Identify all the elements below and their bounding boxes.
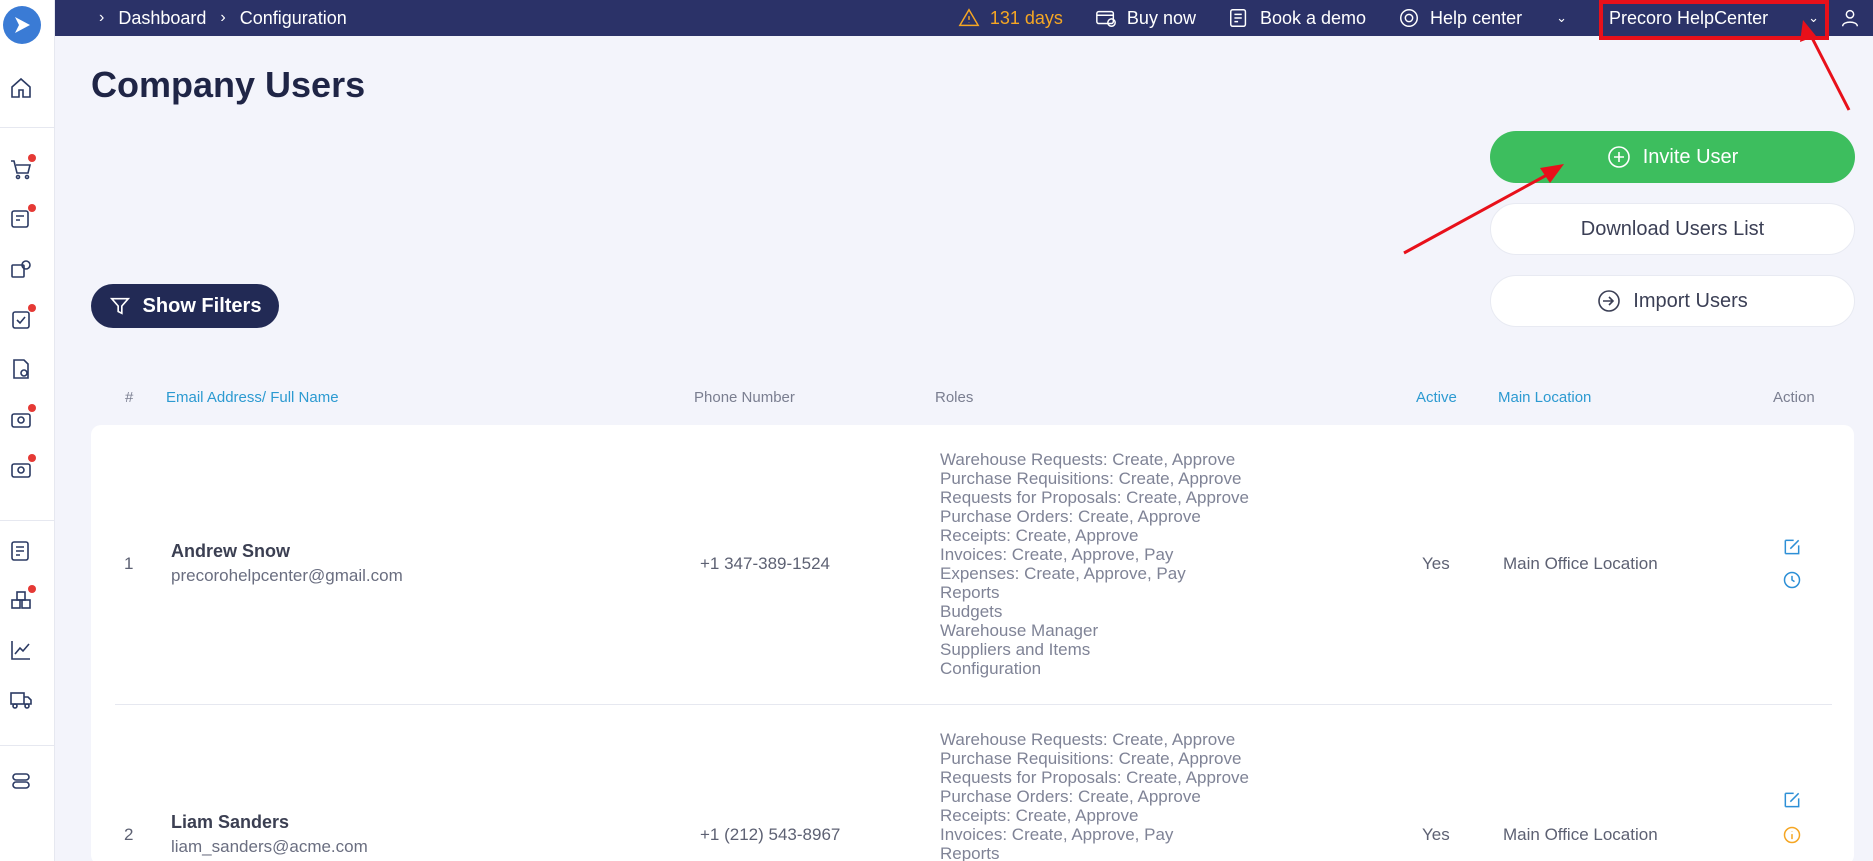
edit-icon[interactable] [1782,790,1802,810]
role-item: Reports [940,844,1000,861]
phone-number: +1 (212) 543-8967 [700,825,841,844]
roles-list: Warehouse Requests: Create, Approve Purc… [940,730,1249,861]
chevron-right-icon: › [99,9,105,26]
page-title: Company Users [91,64,366,105]
help-center-link[interactable]: Help center ⌄ [1398,7,1567,29]
breadcrumb-dashboard[interactable]: Dashboard [118,8,206,29]
role-item: Purchase Orders: Create, Approve [940,787,1201,806]
user-profile-button[interactable] [1839,7,1861,29]
invite-user-label: Invite User [1642,145,1739,168]
role-item: Reports [940,583,1000,602]
user-cell: Andrew Snow precorohelpcenter@gmail.com [171,541,403,586]
active-status: Yes [1422,825,1450,844]
show-filters-label: Show Filters [142,294,262,317]
user-cell: Liam Sanders liam_sanders@acme.com [171,812,368,857]
buy-now-link[interactable]: Buy now [1095,7,1196,29]
roles-list: Warehouse Requests: Create, Approve Purc… [940,450,1249,678]
breadcrumb-configuration[interactable]: Configuration [240,8,347,29]
main-location: Main Office Location [1503,825,1658,844]
requisition-icon[interactable] [8,204,36,232]
help-center-label: Help center [1430,7,1523,28]
row-number: 2 [124,825,134,844]
download-users-button[interactable]: Download Users List [1490,203,1855,255]
company-switcher[interactable]: Precoro HelpCenter ⌄ [1599,0,1829,40]
history-clock-icon[interactable] [1782,570,1802,590]
plus-circle-icon [1607,146,1630,168]
row-divider [115,704,1832,705]
col-header-active[interactable]: Active [1416,389,1457,406]
user-email: precorohelpcenter@gmail.com [171,566,403,585]
role-item: Warehouse Requests: Create, Approve [940,730,1236,749]
settings-icon[interactable] [8,768,34,794]
trial-days[interactable]: 131 days [958,7,1063,29]
precoro-logo[interactable] [3,6,41,44]
role-item: Purchase Orders: Create, Approve [940,507,1201,526]
info-icon[interactable] [1782,825,1802,845]
role-item: Expenses: Create, Approve, Pay [940,564,1186,583]
book-demo-label: Book a demo [1259,7,1367,28]
role-item: Warehouse Manager [940,621,1099,640]
edit-icon[interactable] [1782,537,1802,557]
role-item: Requests for Proposals: Create, Approve [940,768,1249,787]
card-icon [1096,10,1116,27]
download-users-label: Download Users List [1580,217,1765,240]
role-item: Suppliers and Items [940,640,1091,659]
purchase-order-icon[interactable] [8,304,36,332]
chevron-right-icon: › [220,9,226,26]
show-filters-button[interactable]: Show Filters [91,284,279,328]
role-item: Invoices: Create, Approve, Pay [940,825,1174,844]
sidebar [0,0,55,861]
receipt-icon[interactable] [8,356,34,382]
filter-icon [109,297,130,315]
cart-icon[interactable] [8,154,36,182]
col-header-action: Action [1773,389,1815,406]
invoice-icon[interactable] [8,404,36,432]
main-location: Main Office Location [1503,554,1658,573]
rfp-icon[interactable] [8,256,34,282]
expense-icon[interactable] [8,454,36,482]
role-item: Budgets [940,602,1003,621]
user-email: liam_sanders@acme.com [171,837,368,856]
warning-icon [958,8,980,27]
role-item: Requests for Proposals: Create, Approve [940,488,1249,507]
import-users-button[interactable]: Import Users [1490,275,1855,327]
role-item: Purchase Requisitions: Create, Approve [940,749,1242,768]
warehouse-icon[interactable] [8,585,36,613]
role-item: Configuration [940,659,1042,678]
trial-days-label: 131 days [989,7,1063,28]
role-item: Receipts: Create, Approve [940,526,1139,545]
import-icon [1598,290,1621,312]
role-item: Receipts: Create, Approve [940,806,1139,825]
role-item: Purchase Requisitions: Create, Approve [940,469,1242,488]
col-header-phone: Phone Number [694,389,795,406]
col-header-number: # [125,389,134,406]
budget-icon[interactable] [8,538,34,564]
highlight-box [1599,0,1829,40]
role-item: Invoices: Create, Approve, Pay [940,545,1174,564]
invite-user-button[interactable]: Invite User [1490,131,1855,183]
role-item: Warehouse Requests: Create, Approve [940,450,1236,469]
buy-now-label: Buy now [1126,7,1196,28]
import-users-label: Import Users [1633,289,1748,312]
col-header-location[interactable]: Main Location [1498,389,1591,406]
user-name[interactable]: Liam Sanders [171,812,368,833]
book-demo-link[interactable]: Book a demo [1228,7,1366,29]
phone-number: +1 347-389-1524 [700,554,830,573]
calendar-icon [1229,9,1247,27]
col-header-email[interactable]: Email Address/ Full Name [166,389,339,406]
topbar: › Dashboard › Configuration 131 days Buy… [55,0,1873,40]
lifebuoy-icon [1400,9,1419,27]
user-icon [1841,9,1859,27]
chevron-down-icon[interactable]: ⌄ [1556,10,1567,26]
breadcrumb: › Dashboard › Configuration [85,8,347,29]
col-header-roles: Roles [935,389,974,406]
home-icon[interactable] [8,75,34,101]
active-status: Yes [1422,554,1450,573]
suppliers-icon[interactable] [8,686,34,712]
reports-icon[interactable] [8,637,34,663]
row-number: 1 [124,554,134,573]
user-name[interactable]: Andrew Snow [171,541,403,562]
